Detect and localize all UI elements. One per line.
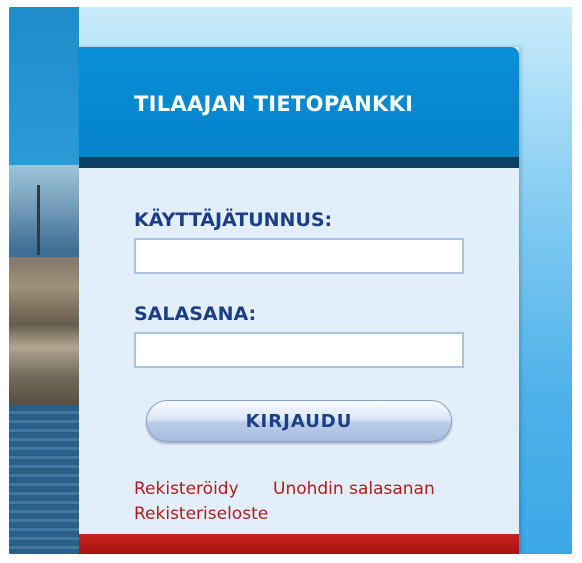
username-input[interactable] <box>136 240 462 272</box>
register-link[interactable]: Rekisteröidy <box>134 479 239 499</box>
login-panel: TILAAJAN TIETOPANKKI KÄYTTÄJÄTUNNUS: SAL… <box>79 47 519 554</box>
login-button[interactable]: KIRJAUDU <box>146 400 452 442</box>
password-field[interactable] <box>134 332 464 368</box>
water-surface <box>9 405 79 554</box>
password-label: SALASANA: <box>134 303 257 325</box>
privacy-statement-link[interactable]: Rekisteriseloste <box>134 504 268 524</box>
username-field[interactable] <box>134 238 464 274</box>
forgot-password-link[interactable]: Unohdin salasanan <box>273 479 435 499</box>
harbor-photo <box>9 165 79 554</box>
password-input[interactable] <box>136 334 462 366</box>
page-frame: TILAAJAN TIETOPANKKI KÄYTTÄJÄTUNNUS: SAL… <box>9 7 572 554</box>
footer-red-bar <box>79 534 519 554</box>
wooden-pier <box>9 257 79 407</box>
username-label: KÄYTTÄJÄTUNNUS: <box>134 209 333 231</box>
panel-header: TILAAJAN TIETOPANKKI <box>79 47 519 157</box>
header-divider <box>79 157 519 168</box>
left-blue-strip <box>9 7 79 165</box>
panel-title: TILAAJAN TIETOPANKKI <box>134 92 414 116</box>
boat-mast <box>37 185 40 255</box>
